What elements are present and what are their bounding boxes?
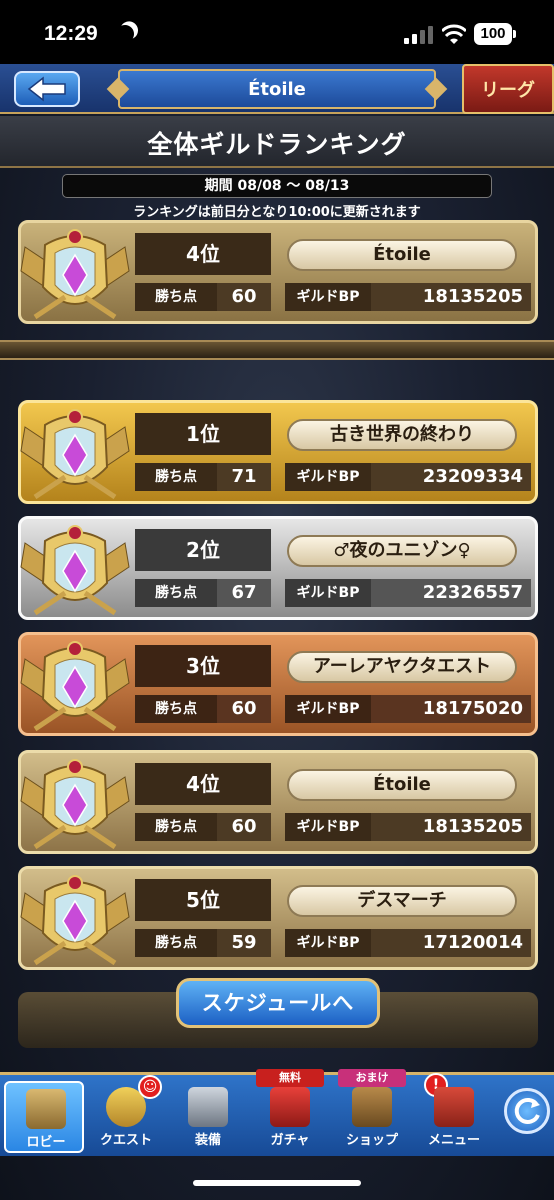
quest-notification-badge: ☺ [138, 1075, 162, 1099]
ranking-row[interactable]: 3位 アーレアヤクタエスト 勝ち点 60 ギルドBP 18175020 [18, 632, 538, 736]
home-indicator[interactable] [193, 1180, 361, 1186]
free-ribbon: 無料 [256, 1069, 324, 1087]
battery-level: 100 [474, 23, 512, 45]
game-screen: Étoile リーグ 全体ギルドランキング 期間 08/08 〜 08/13 ラ… [0, 64, 554, 1200]
league-button[interactable]: リーグ [462, 64, 554, 114]
tab-lobby[interactable]: ロビー [4, 1081, 84, 1153]
my-guild-rank: 4位 [135, 233, 271, 275]
battery-tip [513, 30, 516, 38]
row-guild-name-button[interactable]: アーレアヤクタエスト [287, 651, 517, 683]
ranking-row[interactable]: 2位 ♂夜のユニゾン♀ 勝ち点 67 ギルドBP 22326557 [18, 516, 538, 620]
row-guild-name-button[interactable]: ♂夜のユニゾン♀ [287, 535, 517, 567]
ranking-title-bar: 全体ギルドランキング [0, 116, 554, 168]
row-guild-name-button[interactable]: デスマーチ [287, 885, 517, 917]
tab-gacha[interactable]: 無料 ガチャ [250, 1069, 330, 1153]
do-not-disturb-icon [113, 22, 136, 45]
schedule-button[interactable]: スケジュールへ [176, 978, 380, 1028]
equipment-icon [188, 1087, 228, 1127]
ranking-period: 期間 08/08 〜 08/13 [62, 174, 492, 198]
row-guild-name-button[interactable]: Étoile [287, 769, 517, 801]
back-arrow-icon [27, 76, 66, 102]
refresh-button[interactable] [504, 1088, 550, 1134]
guild-emblem-icon [20, 525, 130, 616]
row-points: 59 [217, 929, 271, 957]
points-label: 勝ち点 [135, 579, 217, 607]
tab-label: ショップ [345, 1133, 398, 1148]
row-points: 60 [217, 695, 271, 723]
row-rank: 4位 [135, 763, 271, 805]
tab-label: ロビー [26, 1135, 66, 1150]
tab-label: クエスト [99, 1133, 152, 1148]
row-rank: 5位 [135, 879, 271, 921]
cellular-signal-icon [404, 26, 434, 44]
bp-label: ギルドBP [285, 579, 371, 607]
bottom-tab-bar: ロビー ☺ クエスト 装備 無料 ガチャ おまけ ショップ ! メニュー [0, 1069, 554, 1156]
row-points: 60 [217, 813, 271, 841]
ranking-row[interactable]: 5位 デスマーチ 勝ち点 59 ギルドBP 17120014 [18, 866, 538, 970]
my-guild-bp: 18135205 [371, 283, 531, 311]
my-guild-card[interactable]: 4位 Étoile 勝ち点 60 ギルドBP 18135205 [18, 220, 538, 324]
tab-equipment[interactable]: 装備 [168, 1081, 248, 1153]
row-rank: 1位 [135, 413, 271, 455]
bonus-ribbon: おまけ [338, 1069, 406, 1087]
status-time: 12:29 [44, 22, 98, 45]
ranking-row[interactable]: 1位 古き世界の終わり 勝ち点 71 ギルドBP 23209334 [18, 400, 538, 504]
my-guild-name-button[interactable]: Étoile [287, 239, 517, 271]
tab-label: 装備 [194, 1133, 221, 1148]
menu-icon [434, 1087, 474, 1127]
tab-label: ガチャ [270, 1133, 310, 1148]
guild-emblem-icon [20, 875, 130, 966]
points-label: 勝ち点 [135, 813, 217, 841]
bp-label: ギルドBP [285, 929, 371, 957]
points-label: 勝ち点 [135, 463, 217, 491]
guild-emblem-icon [20, 229, 130, 320]
header-bar: Étoile リーグ [0, 64, 554, 114]
row-points: 71 [217, 463, 271, 491]
guild-emblem-icon [20, 641, 130, 732]
tab-menu[interactable]: ! メニュー [414, 1073, 494, 1153]
guild-emblem-icon [20, 759, 130, 850]
tab-quest[interactable]: ☺ クエスト [86, 1075, 166, 1153]
row-rank: 3位 [135, 645, 271, 687]
ranking-row[interactable]: 4位 Étoile 勝ち点 60 ギルドBP 18135205 [18, 750, 538, 854]
guild-name-title: Étoile [118, 69, 436, 109]
refresh-icon [514, 1097, 540, 1124]
tab-label: メニュー [427, 1133, 480, 1148]
row-bp: 17120014 [371, 929, 531, 957]
gacha-icon [270, 1087, 310, 1127]
row-rank: 2位 [135, 529, 271, 571]
section-divider [0, 340, 554, 360]
row-bp: 23209334 [371, 463, 531, 491]
status-bar: 12:29 100 [0, 0, 554, 64]
row-guild-name-button[interactable]: 古き世界の終わり [287, 419, 517, 451]
points-label: 勝ち点 [135, 929, 217, 957]
my-guild-points: 60 [217, 283, 271, 311]
guild-emblem-icon [20, 409, 130, 500]
wifi-icon [442, 24, 466, 44]
shop-icon [352, 1087, 392, 1127]
bp-label: ギルドBP [285, 463, 371, 491]
row-bp: 18175020 [371, 695, 531, 723]
row-bp: 18135205 [371, 813, 531, 841]
lobby-icon [26, 1089, 66, 1129]
bp-label: ギルドBP [285, 813, 371, 841]
row-bp: 22326557 [371, 579, 531, 607]
points-label: 勝ち点 [135, 283, 217, 311]
back-button[interactable] [14, 71, 80, 107]
bp-label: ギルドBP [285, 283, 371, 311]
tab-shop[interactable]: おまけ ショップ [332, 1069, 412, 1153]
ranking-title: 全体ギルドランキング [147, 130, 407, 159]
bp-label: ギルドBP [285, 695, 371, 723]
row-points: 67 [217, 579, 271, 607]
points-label: 勝ち点 [135, 695, 217, 723]
